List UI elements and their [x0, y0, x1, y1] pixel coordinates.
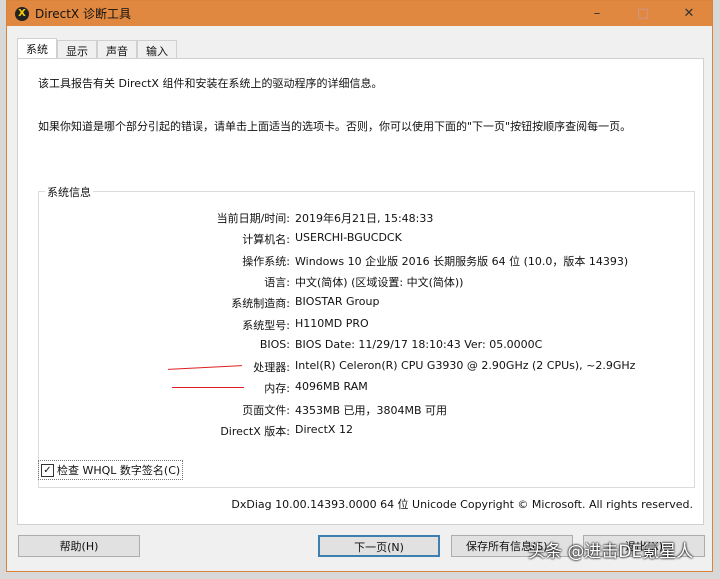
next-page-button[interactable]: 下一页(N)	[318, 535, 440, 557]
watermark: 头条 @进击DE氪星人	[528, 542, 694, 562]
help-button[interactable]: 帮助(H)	[18, 535, 140, 557]
info-value: 4096MB RAM	[295, 380, 368, 394]
window-title: DirectX 诊断工具	[35, 7, 131, 21]
tab-display[interactable]: 显示	[57, 40, 97, 60]
info-value: USERCHI-BGUCDCK	[295, 231, 402, 245]
info-value: 2019年6月21日, 15:48:33	[295, 212, 434, 225]
minimize-button[interactable]: –	[574, 1, 620, 26]
info-row: 系统型号: H110MD PRO	[39, 317, 694, 335]
info-key: BIOS:	[259, 337, 290, 351]
red-arrow-memory	[172, 387, 244, 388]
info-value: DirectX 12	[295, 423, 353, 436]
tab-input[interactable]: 输入	[137, 40, 177, 60]
title-bar[interactable]: X DirectX 诊断工具 – □ ✕	[7, 1, 712, 26]
intro-hint: 如果你知道是哪个部分引起的错误，请单击上面适当的选项卡。否则，你可以使用下面的"…	[38, 120, 632, 133]
close-button[interactable]: ✕	[666, 1, 712, 26]
info-row: BIOS: BIOS Date: 11/29/17 18:10:43 Ver: 0…	[39, 338, 694, 356]
info-value: BIOSTAR Group	[295, 295, 380, 309]
info-key: 内存:	[264, 382, 290, 396]
version-footer: DxDiag 10.00.14393.0000 64 位 Unicode Cop…	[231, 498, 693, 511]
info-value: 中文(简体) (区域设置: 中文(简体))	[295, 275, 464, 289]
info-value: Windows 10 企业版 2016 长期服务版 64 位 (10.0，版本 …	[295, 254, 629, 268]
info-value: 4353MB 已用，3804MB 可用	[295, 403, 448, 417]
info-row: 当前日期/时间: 2019年6月21日, 15:48:33	[39, 210, 694, 228]
info-value: H110MD PRO	[295, 316, 369, 330]
tab-sound[interactable]: 声音	[97, 40, 137, 60]
info-row: DirectX 版本: DirectX 12	[39, 423, 694, 441]
info-row: 处理器: Intel(R) Celeron(R) CPU G3930 @ 2.90…	[39, 359, 694, 377]
whql-checkbox[interactable]: ✓ 检查 WHQL 数字签名(C)	[38, 460, 184, 480]
info-key: 语言:	[264, 275, 290, 289]
info-key: 操作系统:	[242, 254, 290, 268]
info-row: 页面文件: 4353MB 已用，3804MB 可用	[39, 402, 694, 420]
maximize-button[interactable]: □	[620, 1, 666, 26]
info-row: 计算机名: USERCHI-BGUCDCK	[39, 231, 694, 249]
tab-system[interactable]: 系统	[17, 38, 57, 60]
info-row: 内存: 4096MB RAM	[39, 380, 694, 398]
info-row: 语言: 中文(简体) (区域设置: 中文(简体))	[39, 274, 694, 292]
info-value: BIOS Date: 11/29/17 18:10:43 Ver: 05.000…	[295, 337, 543, 351]
info-row: 操作系统: Windows 10 企业版 2016 长期服务版 64 位 (10.…	[39, 253, 694, 271]
directx-icon: X	[15, 6, 29, 21]
info-key: 当前日期/时间:	[216, 212, 290, 225]
group-label: 系统信息	[45, 184, 93, 200]
info-key: 系统制造商:	[231, 297, 290, 311]
info-key: 系统型号:	[242, 318, 290, 332]
intro-text: 该工具报告有关 DirectX 组件和安装在系统上的驱动程序的详细信息。	[38, 77, 383, 90]
info-key: 计算机名:	[242, 233, 290, 247]
system-panel: 该工具报告有关 DirectX 组件和安装在系统上的驱动程序的详细信息。 如果你…	[17, 58, 704, 525]
check-icon: ✓	[41, 463, 54, 477]
info-key: 处理器:	[253, 361, 290, 375]
info-value: Intel(R) Celeron(R) CPU G3930 @ 2.90GHz …	[295, 359, 636, 373]
info-key: DirectX 版本:	[220, 425, 290, 438]
dxdiag-window: X DirectX 诊断工具 – □ ✕ 系统 显示 声音 输入 该工具报告有关…	[6, 0, 713, 572]
info-row: 系统制造商: BIOSTAR Group	[39, 295, 694, 313]
system-info-group: 系统信息 当前日期/时间: 2019年6月21日, 15:48:33 计算机名: US…	[38, 184, 695, 488]
info-key: 页面文件:	[242, 403, 290, 417]
whql-label: 检查 WHQL 数字签名(C)	[57, 464, 181, 477]
